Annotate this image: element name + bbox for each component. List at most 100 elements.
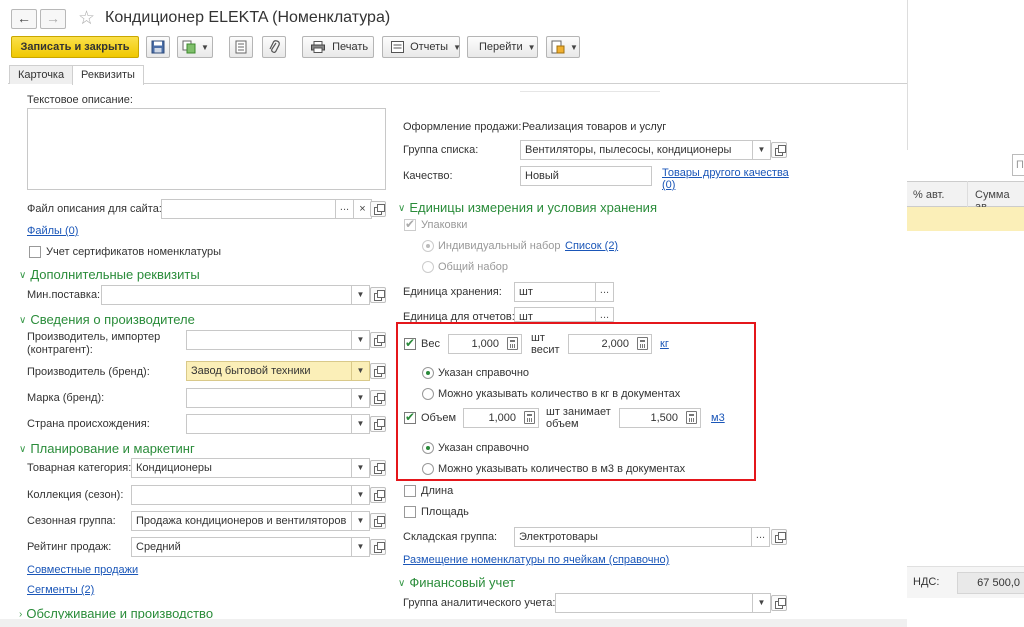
chevron-down-icon: ▼	[757, 145, 766, 154]
chevron-down-icon: ▼	[356, 542, 365, 551]
collection-input[interactable]	[131, 485, 352, 505]
list-group-open-button[interactable]	[771, 142, 787, 158]
segments-link[interactable]: Сегменты (2)	[27, 584, 94, 596]
report-unit-label: Единица для отчетов:	[403, 311, 515, 322]
rating-dropdown[interactable]: ▼	[352, 537, 370, 557]
arrow-left-icon: ←	[17, 10, 31, 26]
category-dropdown[interactable]: ▼	[352, 458, 370, 478]
section-additional[interactable]: ∨ Дополнительные реквизиты	[19, 267, 200, 282]
rating-open-button[interactable]	[370, 539, 386, 555]
section-manufacturer[interactable]: ∨ Сведения о производителе	[19, 312, 195, 327]
importer-dropdown[interactable]: ▼	[352, 330, 370, 350]
weight-docs-radio[interactable]	[422, 388, 434, 400]
save-button[interactable]	[146, 36, 170, 58]
season-group-input[interactable]: Продажа кондиционеров и вентиляторов	[131, 511, 352, 531]
category-open-button[interactable]	[370, 460, 386, 476]
forward-button[interactable]: →	[40, 9, 66, 29]
text-description-textarea[interactable]	[27, 108, 386, 190]
create-based-on-button[interactable]: ▼	[177, 36, 213, 58]
brand-maker-dropdown[interactable]: ▼	[352, 361, 370, 381]
brand-dropdown[interactable]: ▼	[352, 388, 370, 408]
warehouse-group-select-button[interactable]: ...	[752, 527, 770, 547]
season-group-dropdown[interactable]: ▼	[352, 511, 370, 531]
packages-checkbox[interactable]	[404, 217, 416, 231]
country-open-button[interactable]	[370, 416, 386, 432]
min-supply-dropdown[interactable]: ▼	[352, 285, 370, 305]
list-group-dropdown[interactable]: ▼	[753, 140, 771, 160]
importer-open-button[interactable]	[370, 332, 386, 348]
section-planning[interactable]: ∨ Планирование и маркетинг	[19, 441, 195, 456]
season-group-open-button[interactable]	[370, 513, 386, 529]
volume-unit-link[interactable]: м3	[711, 412, 725, 424]
site-file-select-button[interactable]: ...	[336, 199, 354, 219]
reports-button[interactable]: Отчеты ▼	[382, 36, 461, 58]
tab-card[interactable]: Карточка	[9, 65, 74, 84]
list-group-input[interactable]: Вентиляторы, пылесосы, кондиционеры	[520, 140, 753, 160]
country-dropdown[interactable]: ▼	[352, 414, 370, 434]
analytics-group-input[interactable]	[555, 593, 753, 613]
brand-input[interactable]	[186, 388, 352, 408]
warehouse-group-open-button[interactable]	[771, 529, 787, 545]
volume-docs-label: Можно указывать количество в м3 в докуме…	[438, 463, 686, 475]
country-input[interactable]	[186, 414, 352, 434]
more-actions-button[interactable]: ▼	[546, 36, 580, 58]
quality-input[interactable]: Новый	[520, 166, 652, 186]
calculator-icon[interactable]	[524, 411, 535, 424]
area-checkbox[interactable]	[404, 506, 416, 518]
files-link[interactable]: Файлы (0)	[27, 225, 78, 237]
min-supply-open-button[interactable]	[370, 287, 386, 303]
length-checkbox[interactable]	[404, 485, 416, 497]
volume-docs-radio[interactable]	[422, 463, 434, 475]
weight-reference-radio[interactable]	[422, 367, 434, 379]
brand-maker-input[interactable]: Завод бытовой техники	[186, 361, 352, 381]
other-quality-link[interactable]: Товары другого качества (0)	[662, 167, 792, 191]
volume-reference-radio[interactable]	[422, 442, 434, 454]
section-units[interactable]: ∨ Единицы измерения и условия хранения	[398, 200, 657, 215]
report-unit-select-button[interactable]: ...	[596, 307, 614, 322]
analytics-group-open-button[interactable]	[771, 595, 787, 611]
text-description-label: Текстовое описание:	[27, 94, 133, 106]
min-supply-input[interactable]	[101, 285, 352, 305]
collection-dropdown[interactable]: ▼	[352, 485, 370, 505]
favorite-star-icon[interactable]: ☆	[78, 7, 95, 30]
report-unit-input[interactable]: шт	[514, 307, 596, 322]
certificates-checkbox[interactable]	[29, 246, 41, 258]
common-set-radio[interactable]	[422, 261, 434, 273]
weight-checkbox[interactable]	[404, 336, 416, 350]
goto-button[interactable]: Перейти ▼	[467, 36, 538, 58]
placement-link[interactable]: Размещение номенклатуры по ячейкам (спра…	[403, 554, 669, 566]
background-table-row[interactable]	[907, 207, 1024, 231]
warehouse-group-input[interactable]: Электротовары	[514, 527, 752, 547]
packages-list-link[interactable]: Список (2)	[565, 240, 618, 252]
print-button[interactable]: Печать	[302, 36, 374, 58]
storage-unit-select-button[interactable]: ...	[596, 282, 614, 302]
back-button[interactable]: ←	[11, 9, 37, 29]
background-search-input[interactable]: По	[1012, 154, 1024, 176]
calculator-icon[interactable]	[637, 337, 648, 350]
weight-unit-link[interactable]: кг	[660, 338, 669, 350]
structure-button[interactable]	[229, 36, 253, 58]
storage-unit-input[interactable]: шт	[514, 282, 596, 302]
calculator-icon[interactable]	[507, 337, 518, 350]
save-and-close-button[interactable]: Записать и закрыть	[11, 36, 139, 58]
joint-sales-link[interactable]: Совместные продажи	[27, 564, 138, 576]
category-input[interactable]: Кондиционеры	[131, 458, 352, 478]
collection-open-button[interactable]	[370, 487, 386, 503]
nds-label: НДС:	[913, 576, 940, 588]
site-file-open-button[interactable]	[370, 201, 386, 217]
analytics-group-dropdown[interactable]: ▼	[753, 593, 771, 613]
col-header-percent[interactable]: % авт.	[913, 189, 944, 201]
nds-value: 67 500,0	[957, 572, 1024, 594]
attach-file-button[interactable]	[262, 36, 286, 58]
calculator-icon[interactable]	[686, 411, 697, 424]
tab-requisites[interactable]: Реквизиты	[72, 65, 144, 85]
site-file-input[interactable]	[161, 199, 336, 219]
brand-maker-open-button[interactable]	[370, 363, 386, 379]
importer-input[interactable]	[186, 330, 352, 350]
brand-open-button[interactable]	[370, 390, 386, 406]
individual-set-radio[interactable]	[422, 240, 434, 252]
volume-checkbox[interactable]	[404, 410, 416, 424]
rating-input[interactable]: Средний	[131, 537, 352, 557]
section-finance[interactable]: ∨ Финансовый учет	[398, 575, 515, 590]
section-service[interactable]: › Обслуживание и производство	[19, 606, 213, 620]
